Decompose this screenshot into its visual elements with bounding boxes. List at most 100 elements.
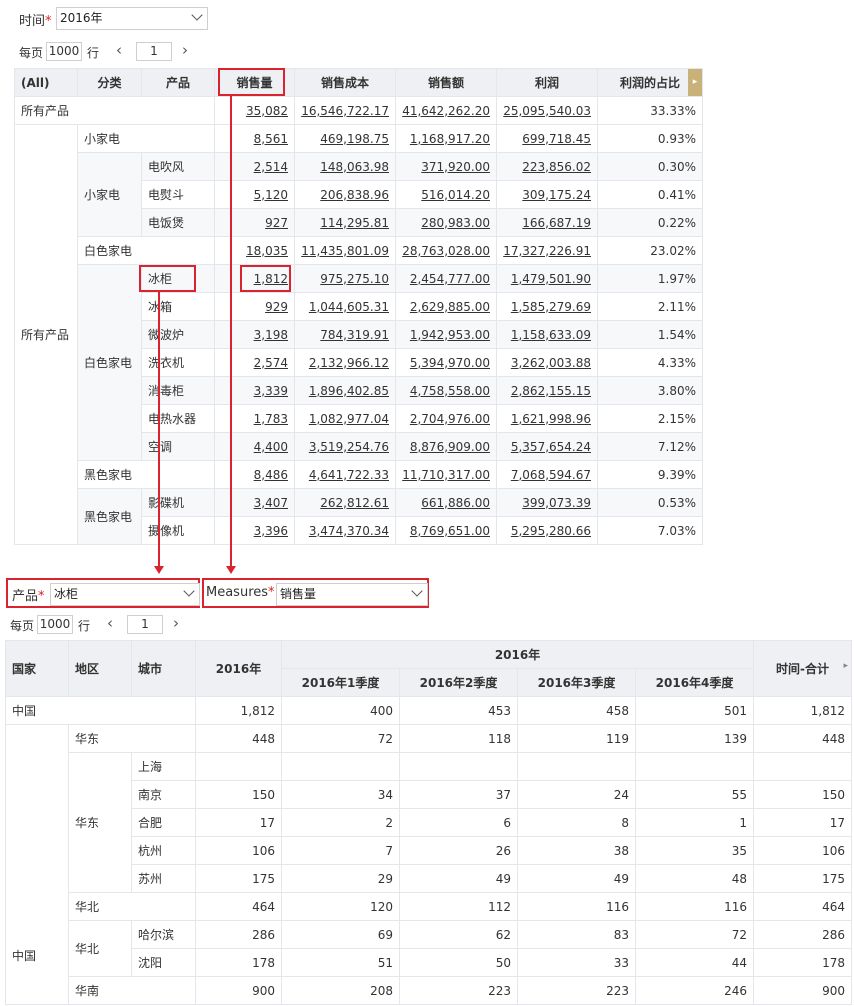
city-label[interactable]: 南京 [131,780,196,809]
profit-cell[interactable]: 3,262,003.88 [496,348,598,377]
profit-cell[interactable]: 17,327,226.91 [496,236,598,265]
page-number-input[interactable]: 1 [127,615,163,634]
scroll-right-icon[interactable]: ▸ [844,661,849,671]
category-label[interactable]: 黑色家电 [77,488,142,545]
total-sales-volume[interactable]: 35,082 [214,96,295,125]
sales-volume-cell[interactable]: 3,396 [214,516,295,545]
sales-volume-cell[interactable]: 927 [214,208,295,237]
rows-per-page-input[interactable]: 1000 [37,615,73,634]
product-label[interactable]: 摄像机 [141,516,215,545]
sales-cost-cell[interactable]: 3,519,254.76 [294,432,396,461]
profit-cell[interactable]: 1,621,998.96 [496,404,598,433]
sales-volume-cell[interactable]: 5,120 [214,180,295,209]
sales-amount-cell[interactable]: 2,704,976.00 [395,404,497,433]
sales-cost-cell[interactable]: 1,044,605.31 [294,292,396,321]
region-subtotal-label[interactable]: 华北 [68,892,196,921]
sales-cost-cell[interactable]: 1,896,402.85 [294,376,396,405]
header-q4[interactable]: 2016年4季度 [634,668,755,697]
header-year[interactable]: 2016年 [195,640,282,697]
header-product[interactable]: 产品 [141,68,215,97]
city-label[interactable]: 沈阳 [131,948,196,977]
product-label[interactable]: 微波炉 [141,320,215,349]
header-profit[interactable]: 利润 [496,68,598,97]
region-label[interactable]: 华东 [68,752,132,893]
sales-amount-cell[interactable]: 2,454,777.00 [395,264,497,293]
sales-amount-cell[interactable]: 661,886.00 [395,488,497,517]
sales-volume-cell[interactable]: 1,783 [214,404,295,433]
sales-cost-cell[interactable]: 114,295.81 [294,208,396,237]
city-label[interactable]: 杭州 [131,836,196,865]
next-page-icon[interactable]: › [173,614,179,632]
sales-amount-cell[interactable]: 2,629,885.00 [395,292,497,321]
region-label[interactable]: 华北 [68,920,132,977]
header-time-total[interactable]: 时间-合计 ▸ [753,640,853,697]
scroll-right-icon[interactable]: ▸ [688,69,702,96]
sales-amount-cell[interactable]: 1,942,953.00 [395,320,497,349]
sales-amount-cell[interactable]: 516,014.20 [395,180,497,209]
header-city[interactable]: 城市 [131,640,196,697]
measures-select[interactable]: 销售量 [276,583,428,606]
rows-per-page-input[interactable]: 1000 [46,42,82,61]
total-sales-amount[interactable]: 41,642,262.20 [395,96,497,125]
sales-volume-cell[interactable]: 8,486 [214,460,295,489]
header-sales-amount[interactable]: 销售额 [395,68,497,97]
sales-amount-cell[interactable]: 28,763,028.00 [395,236,497,265]
sales-cost-cell[interactable]: 2,132,966.12 [294,348,396,377]
sales-volume-cell[interactable]: 4,400 [214,432,295,461]
product-label[interactable]: 空调 [141,432,215,461]
profit-cell[interactable]: 399,073.39 [496,488,598,517]
prev-page-icon[interactable]: ‹ [116,41,122,59]
city-label[interactable]: 上海 [131,752,196,781]
category-subtotal-label[interactable]: 白色家电 [77,236,215,265]
sales-cost-cell[interactable]: 206,838.96 [294,180,396,209]
sales-cost-cell[interactable]: 975,275.10 [294,264,396,293]
sales-cost-cell[interactable]: 148,063.98 [294,152,396,181]
page-number-input[interactable]: 1 [136,42,172,61]
product-select[interactable]: 冰柜 [50,583,200,606]
sales-amount-cell[interactable]: 1,168,917.20 [395,124,497,153]
category-label[interactable]: 白色家电 [77,264,142,461]
time-select[interactable]: 2016年 [56,7,208,30]
header-q1[interactable]: 2016年1季度 [281,668,400,697]
sales-amount-cell[interactable]: 5,394,970.00 [395,348,497,377]
sales-cost-cell[interactable]: 11,435,801.09 [294,236,396,265]
category-label[interactable]: 小家电 [77,152,142,237]
header-country[interactable]: 国家 [5,640,69,697]
profit-cell[interactable]: 166,687.19 [496,208,598,237]
profit-cell[interactable]: 309,175.24 [496,180,598,209]
product-label[interactable]: 消毒柜 [141,376,215,405]
product-label[interactable]: 电熨斗 [141,180,215,209]
header-sales-volume[interactable]: 销售量 [214,68,295,97]
sales-amount-cell[interactable]: 371,920.00 [395,152,497,181]
sales-volume-cell[interactable]: 18,035 [214,236,295,265]
product-label[interactable]: 影碟机 [141,488,215,517]
region-subtotal-label[interactable]: 华东 [68,724,196,753]
region-subtotal-label[interactable]: 华南 [68,976,196,1005]
profit-cell[interactable]: 7,068,594.67 [496,460,598,489]
sales-amount-cell[interactable]: 280,983.00 [395,208,497,237]
header-all[interactable]: (All) [14,68,78,97]
total-profit[interactable]: 25,095,540.03 [496,96,598,125]
sales-volume-cell[interactable]: 8,561 [214,124,295,153]
sales-volume-cell[interactable]: 3,198 [214,320,295,349]
profit-cell[interactable]: 1,479,501.90 [496,264,598,293]
sales-cost-cell[interactable]: 469,198.75 [294,124,396,153]
product-label[interactable]: 冰柜 [141,264,215,293]
profit-cell[interactable]: 1,585,279.69 [496,292,598,321]
total-sales-cost[interactable]: 16,546,722.17 [294,96,396,125]
header-year-group[interactable]: 2016年 [280,640,755,669]
profit-cell[interactable]: 699,718.45 [496,124,598,153]
sales-cost-cell[interactable]: 1,082,977.04 [294,404,396,433]
category-subtotal-label[interactable]: 黑色家电 [77,460,215,489]
city-label[interactable]: 哈尔滨 [131,920,196,949]
profit-cell[interactable]: 2,862,155.15 [496,376,598,405]
sales-volume-cell[interactable]: 3,339 [214,376,295,405]
sales-volume-cell[interactable]: 3,407 [214,488,295,517]
header-q2[interactable]: 2016年2季度 [399,668,518,697]
prev-page-icon[interactable]: ‹ [107,614,113,632]
sales-amount-cell[interactable]: 8,876,909.00 [395,432,497,461]
profit-cell[interactable]: 1,158,633.09 [496,320,598,349]
sales-amount-cell[interactable]: 11,710,317.00 [395,460,497,489]
sales-amount-cell[interactable]: 4,758,558.00 [395,376,497,405]
category-subtotal-label[interactable]: 小家电 [77,124,215,153]
